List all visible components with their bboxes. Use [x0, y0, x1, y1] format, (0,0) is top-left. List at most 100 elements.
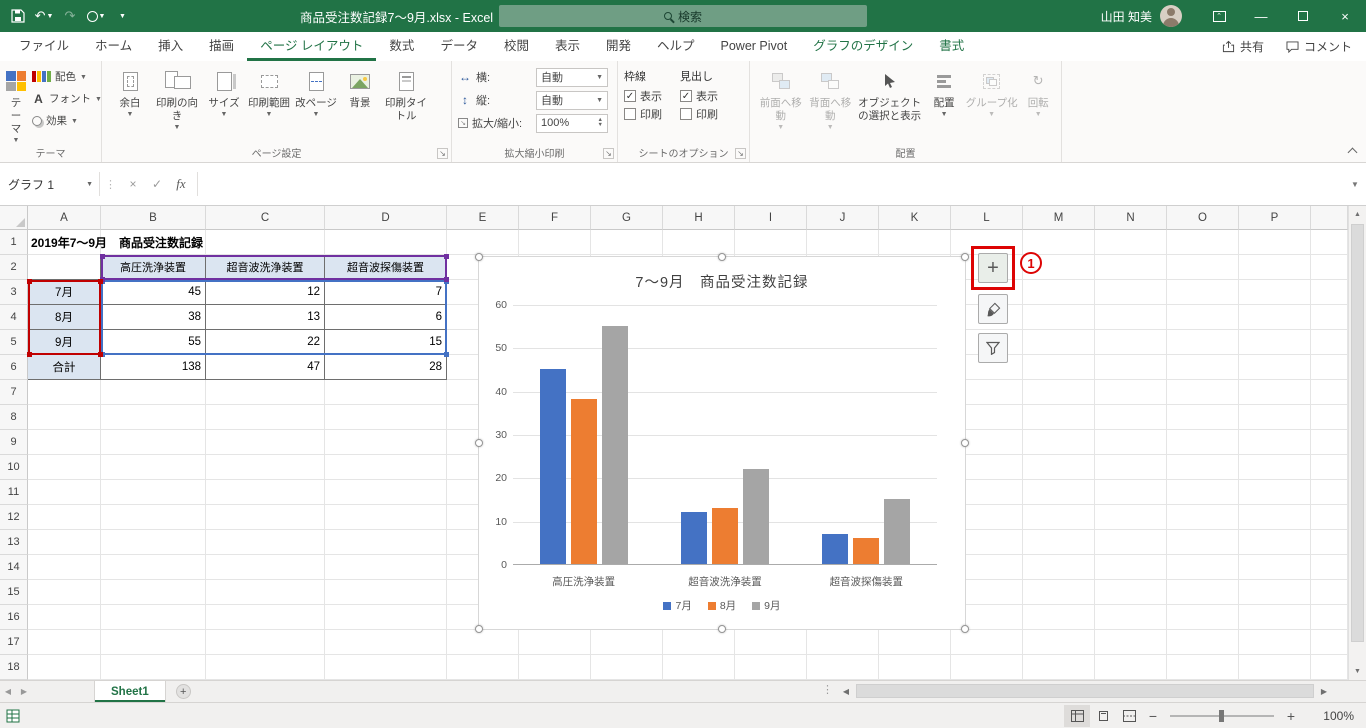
row-header-18[interactable]: 18 — [0, 655, 28, 680]
ribbon-display-options-button[interactable]: ⌃ — [1198, 0, 1240, 32]
bar-8月-超音波洗浄装置[interactable] — [712, 507, 738, 564]
scroll-up-icon[interactable]: ▲ — [1349, 206, 1366, 223]
column-header-J[interactable]: J — [807, 206, 879, 230]
selection-pane-button[interactable]: オブジェクトの選択と表示 — [855, 66, 924, 123]
bar-7月-超音波探傷装置[interactable] — [822, 533, 849, 564]
undo-button[interactable]: ↶ ▼ — [32, 3, 56, 29]
new-sheet-button[interactable]: + — [175, 684, 191, 699]
page-break-preview-button[interactable] — [1116, 705, 1142, 727]
cancel-button[interactable]: × — [121, 172, 145, 196]
cell-value[interactable]: 47 — [206, 355, 325, 380]
name-box[interactable]: グラフ 1 ▼ — [2, 172, 100, 196]
column-header-H[interactable]: H — [663, 206, 735, 230]
legend-item-8月[interactable]: 8月 — [707, 598, 736, 613]
resize-handle[interactable] — [475, 439, 483, 447]
bar-7月-超音波洗浄装置[interactable] — [681, 512, 707, 564]
cell-rowlabel-合計[interactable]: 合計 — [28, 355, 101, 380]
horizontal-scrollbar[interactable]: ◀ ▶ — [838, 681, 1344, 701]
cell-value[interactable]: 22 — [206, 330, 325, 355]
cell-value[interactable]: 38 — [101, 305, 206, 330]
group-button[interactable]: グループ化 ▼ — [964, 66, 1019, 120]
minimize-button[interactable]: — — [1240, 0, 1282, 32]
ribbon-tab-挿入[interactable]: 挿入 — [145, 32, 196, 61]
customize-qat-button[interactable]: ▼ — [110, 3, 134, 29]
chart[interactable]: 7〜9月 商品受注数記録 0 10 20 30 40 50 60 高圧洗浄装置 超音波洗浄装置 超… — [475, 253, 969, 633]
cell-value[interactable]: 15 — [325, 330, 447, 355]
column-header-A[interactable]: A — [28, 206, 101, 230]
theme-fonts-button[interactable]: A フォント ▼ — [29, 88, 105, 109]
ribbon-tab-数式[interactable]: 数式 — [376, 32, 427, 61]
select-all-corner[interactable] — [0, 206, 28, 230]
formula-bar-splitter[interactable]: ⋮ — [100, 178, 121, 191]
themes-button[interactable]: テーマ ▼ — [6, 66, 26, 146]
vertical-scroll-thumb[interactable] — [1351, 224, 1364, 642]
headings-view-option[interactable]: ✓ 表示 — [680, 88, 736, 104]
cell-value[interactable]: 6 — [325, 305, 447, 330]
ribbon-tab-ページ レイアウト[interactable]: ページ レイアウト — [247, 32, 376, 61]
column-header-C[interactable]: C — [206, 206, 325, 230]
sheet-nav-left-icon[interactable]: ◀ — [0, 687, 16, 696]
column-header-F[interactable]: F — [519, 206, 591, 230]
cell-header-高圧洗浄装置[interactable]: 高圧洗浄装置 — [101, 255, 206, 280]
row-header-6[interactable]: 6 — [0, 355, 28, 380]
resize-handle[interactable] — [475, 253, 483, 261]
row-header-4[interactable]: 4 — [0, 305, 28, 330]
theme-colors-button[interactable]: 配色 ▼ — [29, 66, 105, 87]
vertical-scrollbar[interactable]: ▲ ▼ — [1348, 206, 1366, 680]
collapse-ribbon-icon[interactable] — [1347, 147, 1358, 158]
row-header-14[interactable]: 14 — [0, 555, 28, 580]
dialog-launcher-icon[interactable]: ↘ — [735, 148, 746, 159]
cell-rowlabel-7月[interactable]: 7月 — [28, 280, 101, 305]
column-header-D[interactable]: D — [325, 206, 447, 230]
row-header-2[interactable]: 2 — [0, 255, 28, 280]
column-header-I[interactable]: I — [735, 206, 807, 230]
cell-A2[interactable] — [28, 255, 101, 280]
ribbon-tab-ヘルプ[interactable]: ヘルプ — [644, 32, 708, 61]
cell-header-超音波洗浄装置[interactable]: 超音波洗浄装置 — [206, 255, 325, 280]
cell-value[interactable]: 28 — [325, 355, 447, 380]
zoom-in-button[interactable]: + — [1280, 708, 1302, 724]
worksheet[interactable]: 7〜9月 商品受注数記録 0 10 20 30 40 50 60 高圧洗浄装置 超音波洗浄装置超… — [0, 206, 1348, 680]
resize-handle[interactable] — [718, 625, 726, 633]
print-titles-button[interactable]: 印刷タイトル — [380, 66, 432, 123]
resize-handle[interactable] — [475, 625, 483, 633]
bar-8月-高圧洗浄装置[interactable] — [570, 399, 597, 564]
headings-print-option[interactable]: 印刷 — [680, 106, 736, 122]
row-header-13[interactable]: 13 — [0, 530, 28, 555]
maximize-button[interactable] — [1282, 0, 1324, 32]
bring-forward-button[interactable]: 前面へ移動 ▼ — [756, 66, 806, 133]
row-header-15[interactable]: 15 — [0, 580, 28, 605]
scroll-down-icon[interactable]: ▼ — [1349, 663, 1366, 680]
theme-effects-button[interactable]: 効果 ▼ — [29, 110, 105, 131]
ribbon-tab-開発[interactable]: 開発 — [593, 32, 644, 61]
scale-spinner[interactable]: 100% ▲ ▼ — [536, 113, 608, 133]
ribbon-tab-書式[interactable]: 書式 — [926, 32, 977, 61]
background-button[interactable]: 背景 — [340, 66, 380, 110]
chart-legend[interactable]: 7月 8月 9月 — [479, 598, 965, 613]
ribbon-tab-表示[interactable]: 表示 — [542, 32, 593, 61]
close-button[interactable]: × — [1324, 0, 1366, 32]
column-header-N[interactable]: N — [1095, 206, 1167, 230]
row-header-17[interactable]: 17 — [0, 630, 28, 655]
column-header-K[interactable]: K — [879, 206, 951, 230]
ribbon-tab-データ[interactable]: データ — [427, 32, 491, 61]
size-button[interactable]: サイズ ▼ — [202, 66, 246, 120]
resize-handle[interactable] — [718, 253, 726, 261]
row-header-1[interactable]: 1 — [0, 230, 28, 255]
avatar[interactable] — [1160, 5, 1182, 27]
gridlines-print-option[interactable]: 印刷 — [624, 106, 680, 122]
ribbon-tab-グラフのデザイン[interactable]: グラフのデザイン — [800, 32, 926, 61]
cell-value[interactable]: 138 — [101, 355, 206, 380]
chart-plot-area[interactable]: 0 10 20 30 40 50 60 高圧洗浄装置 超音波洗浄装置 超音波探傷装置 — [495, 299, 937, 588]
cell-rowlabel-9月[interactable]: 9月 — [28, 330, 101, 355]
search-box[interactable]: 検索 — [499, 5, 867, 27]
bar-8月-超音波探傷装置[interactable] — [853, 538, 880, 564]
zoom-out-button[interactable]: − — [1142, 708, 1164, 724]
ribbon-tab-校閲[interactable]: 校閲 — [491, 32, 542, 61]
scroll-right-icon[interactable]: ▶ — [1316, 683, 1332, 699]
dialog-launcher-icon[interactable]: ↘ — [603, 148, 614, 159]
sheet-nav-right-icon[interactable]: ▶ — [16, 687, 32, 696]
scroll-left-icon[interactable]: ◀ — [838, 683, 854, 699]
resize-handle[interactable] — [961, 253, 969, 261]
cell-value[interactable]: 7 — [325, 280, 447, 305]
